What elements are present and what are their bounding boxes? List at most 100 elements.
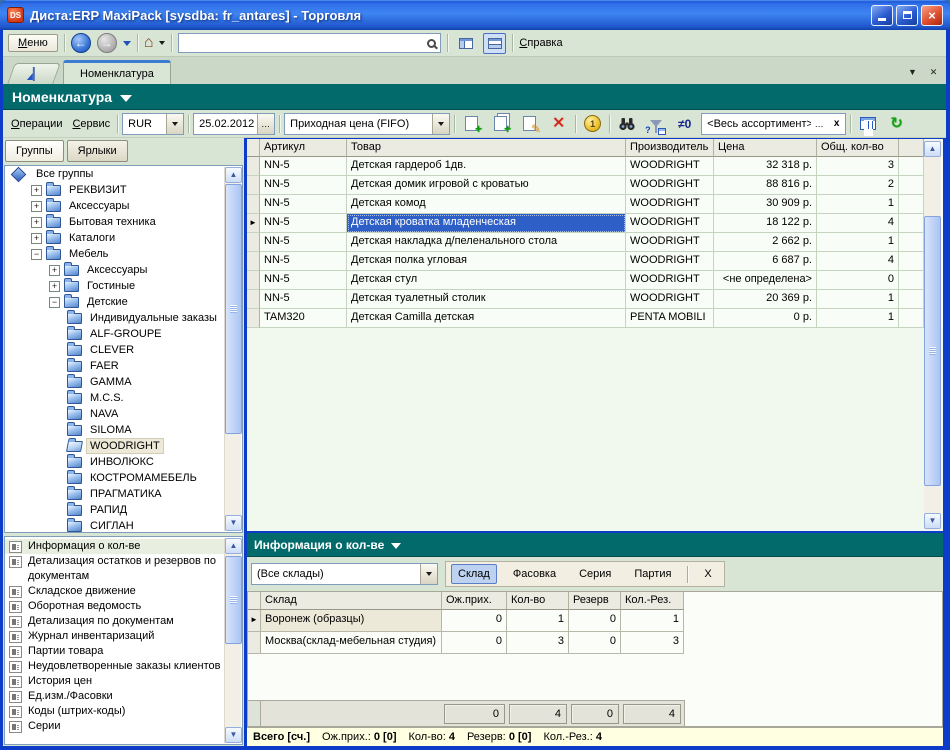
- help-menu[interactable]: Справка: [519, 37, 562, 49]
- tree-item[interactable]: + Каталоги: [5, 230, 242, 246]
- list-item-selected[interactable]: Информация о кол-ве: [5, 539, 242, 554]
- column-header-qty[interactable]: Общ. кол-во: [817, 139, 899, 157]
- assortment-picker-button[interactable]: …: [811, 114, 828, 134]
- expand-icon[interactable]: +: [31, 200, 42, 212]
- price-button[interactable]: 1: [580, 112, 605, 136]
- close-button[interactable]: ×: [921, 4, 943, 26]
- tree-item[interactable]: + Бытовая техника: [5, 214, 242, 230]
- tree-item[interactable]: GAMMA: [5, 374, 242, 390]
- collapse-icon[interactable]: −: [31, 248, 42, 260]
- home-icon[interactable]: ⌂: [144, 35, 154, 51]
- tree-item[interactable]: SILOMA: [5, 422, 242, 438]
- expand-icon[interactable]: +: [49, 280, 60, 292]
- nonzero-filter-button[interactable]: ≠0: [672, 112, 697, 136]
- tree-item[interactable]: + РЕКВИЗИТ: [5, 182, 242, 198]
- list-item[interactable]: Неудовлетворенные заказы клиентов: [5, 659, 242, 674]
- grid-view-button[interactable]: [855, 112, 880, 136]
- expand-icon[interactable]: +: [31, 232, 42, 244]
- currency-dropdown-button[interactable]: [166, 113, 184, 134]
- table-row[interactable]: NN-5 Детская туалетный столик WOODRIGHT …: [247, 290, 943, 309]
- tree-item[interactable]: M.C.S.: [5, 390, 242, 406]
- table-row[interactable]: NN-5 Детская гардероб 1дв. WOODRIGHT 32 …: [247, 157, 943, 176]
- tree-item-root[interactable]: Все группы: [5, 166, 242, 183]
- maximize-button[interactable]: [896, 4, 918, 26]
- tree-scrollbar[interactable]: ▲ ▼: [224, 167, 242, 531]
- collapse-icon[interactable]: −: [49, 296, 60, 308]
- bottom-panel-dropdown-icon[interactable]: [391, 543, 402, 549]
- tree-item[interactable]: − Мебель: [5, 246, 242, 262]
- expand-icon[interactable]: +: [31, 216, 42, 228]
- history-dropdown-icon[interactable]: [122, 40, 131, 46]
- tree-item[interactable]: СИГЛАН: [5, 518, 242, 532]
- minimize-button[interactable]: [871, 4, 893, 26]
- list-item[interactable]: Детализация остатков и резервов по докум…: [5, 554, 242, 584]
- edit-item-button[interactable]: ✎: [517, 112, 542, 136]
- list-item[interactable]: Складское движение: [5, 584, 242, 599]
- home-dropdown-icon[interactable]: [159, 41, 166, 45]
- scroll-down-button[interactable]: ▼: [225, 727, 242, 743]
- table-row-selected[interactable]: ► NN-5 Детская кроватка младенческая WOO…: [247, 214, 943, 233]
- price-type-dropdown-button[interactable]: [432, 113, 450, 134]
- column-header-qtyres[interactable]: Кол.-Рез.: [621, 592, 684, 610]
- tab-nomenclature[interactable]: Номенклатура: [63, 60, 171, 84]
- scroll-down-button[interactable]: ▼: [924, 513, 941, 529]
- table-row[interactable]: NN-5 Детская накладка д/пеленального сто…: [247, 233, 943, 252]
- search-box[interactable]: [178, 33, 442, 53]
- column-header-expected[interactable]: Ож.прих.: [442, 592, 507, 610]
- list-item[interactable]: Ед.изм./Фасовки: [5, 689, 242, 704]
- scroll-thumb[interactable]: [225, 184, 242, 434]
- tree-item[interactable]: FAER: [5, 358, 242, 374]
- column-header-product[interactable]: Товар: [347, 139, 626, 157]
- expand-icon[interactable]: +: [49, 264, 60, 276]
- tree-item[interactable]: + Аксессуары: [5, 262, 242, 278]
- tree-item[interactable]: ALF-GROUPE: [5, 326, 242, 342]
- list-item[interactable]: Коды (штрих-коды): [5, 704, 242, 719]
- tab-packing[interactable]: Фасовка: [506, 564, 563, 584]
- warehouse-row[interactable]: Москва(склад-мебельная студия) 0 3 0 3: [248, 632, 942, 654]
- refresh-button[interactable]: ↻: [884, 112, 909, 136]
- table-row[interactable]: NN-5 Детская стул WOODRIGHT <не определе…: [247, 271, 943, 290]
- scroll-down-button[interactable]: ▼: [225, 515, 242, 531]
- column-header-price[interactable]: Цена: [714, 139, 817, 157]
- service-menu[interactable]: Сервис: [69, 116, 113, 132]
- scroll-up-button[interactable]: ▲: [225, 167, 242, 183]
- list-item[interactable]: Серии: [5, 719, 242, 734]
- list-scrollbar[interactable]: ▲ ▼: [224, 538, 242, 743]
- table-row[interactable]: TAM320 Детская Camilla детская PENTA MOB…: [247, 309, 943, 328]
- scroll-up-button[interactable]: ▲: [924, 141, 941, 157]
- tab-series[interactable]: Серия: [572, 564, 618, 584]
- assortment-select[interactable]: <Весь ассортимент> … x: [701, 112, 847, 135]
- list-item[interactable]: Оборотная ведомость: [5, 599, 242, 614]
- tree-item[interactable]: ИНВОЛЮКС: [5, 454, 242, 470]
- currency-select[interactable]: RUR: [122, 112, 185, 135]
- filter-query-button[interactable]: ?: [643, 112, 668, 136]
- column-header-warehouse[interactable]: Склад: [261, 592, 442, 610]
- forward-button[interactable]: →: [96, 33, 117, 53]
- page-menu-dropdown-icon[interactable]: [120, 94, 133, 102]
- tree-item[interactable]: − Детские: [5, 294, 242, 310]
- list-item[interactable]: Партии товара: [5, 644, 242, 659]
- list-item[interactable]: История цен: [5, 674, 242, 689]
- search-items-button[interactable]: [614, 112, 639, 136]
- search-icon[interactable]: [427, 38, 437, 48]
- view-left-panel-button[interactable]: [454, 33, 477, 54]
- table-row[interactable]: NN-5 Детская полка угловая WOODRIGHT 6 6…: [247, 252, 943, 271]
- tree-item[interactable]: CLEVER: [5, 342, 242, 358]
- search-input[interactable]: [183, 37, 425, 49]
- tab-groups[interactable]: Группы: [5, 140, 64, 162]
- column-header-qty[interactable]: Кол-во: [507, 592, 569, 610]
- tree-item[interactable]: РАПИД: [5, 502, 242, 518]
- list-item[interactable]: Журнал инвентаризаций: [5, 629, 242, 644]
- tab-close-button[interactable]: ✕: [925, 64, 942, 80]
- selected-cell[interactable]: Детская кроватка младенческая: [347, 214, 626, 233]
- warehouse-row-selected[interactable]: ► Воронеж (образцы) 0 1 0 1: [248, 610, 942, 632]
- date-field[interactable]: 25.02.2012 …: [193, 112, 276, 135]
- tree-item[interactable]: Индивидуальные заказы: [5, 310, 242, 326]
- tree-item[interactable]: КОСТРОМАМЕБЕЛЬ: [5, 470, 242, 486]
- price-type-select[interactable]: Приходная цена (FIFO): [284, 112, 451, 135]
- column-header-reserve[interactable]: Резерв: [569, 592, 621, 610]
- scroll-thumb[interactable]: [225, 556, 242, 644]
- tree-item-selected[interactable]: WOODRIGHT: [5, 438, 242, 454]
- column-header-maker[interactable]: Производитель: [626, 139, 714, 157]
- operations-menu[interactable]: Операции: [8, 116, 65, 132]
